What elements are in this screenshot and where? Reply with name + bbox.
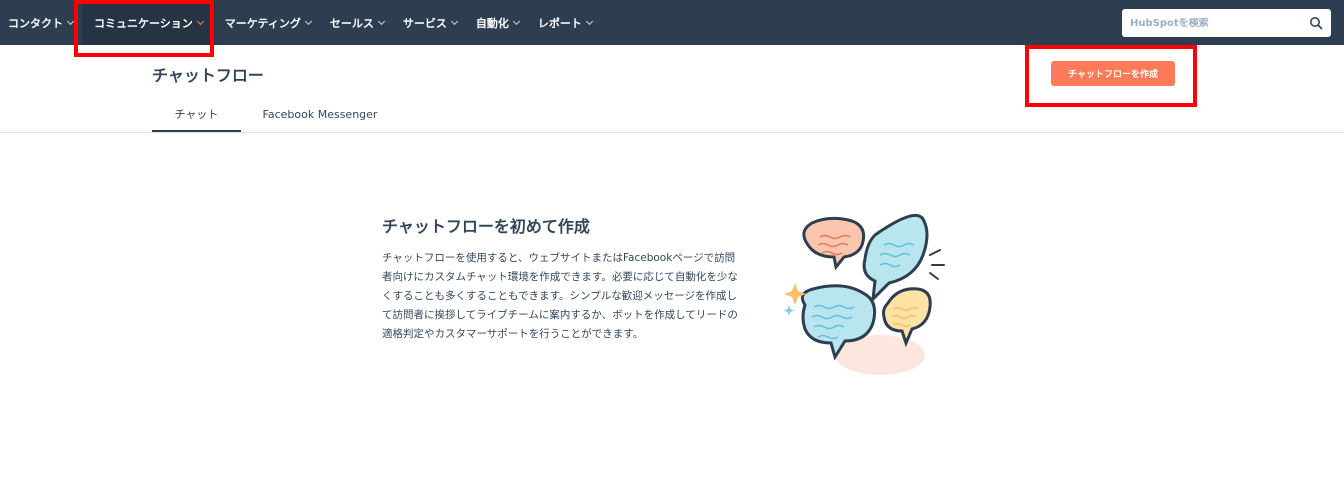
nav-item-contacts[interactable]: コンタクト (8, 0, 75, 45)
search-input[interactable] (1130, 17, 1300, 29)
nav-item-sales[interactable]: セールス (329, 0, 385, 45)
tab-chat[interactable]: チャット (152, 96, 241, 133)
search-icon[interactable] (1309, 16, 1323, 30)
tab-facebook-messenger[interactable]: Facebook Messenger (241, 96, 399, 132)
chevron-down-icon (66, 17, 75, 25)
main-nav: コンタクト コミュニケーション マーケティング セールス サービス 自動化 レポ… (0, 0, 611, 45)
chevron-down-icon (585, 17, 593, 25)
nav-item-automation[interactable]: 自動化 (475, 0, 520, 45)
chevron-down-icon (377, 17, 385, 25)
empty-state-heading: チャットフローを初めて作成 (382, 217, 590, 236)
nav-item-label: レポート (537, 16, 582, 30)
nav-item-marketing[interactable]: マーケティング (224, 0, 312, 45)
nav-item-reports[interactable]: レポート (537, 0, 593, 45)
nav-item-label: コンタクト (8, 16, 63, 30)
nav-item-label: 自動化 (475, 16, 509, 30)
nav-item-label: サービス (402, 16, 447, 30)
nav-item-conversations[interactable]: コミュニケーション (82, 0, 215, 45)
chevron-down-icon (304, 17, 312, 25)
global-search[interactable] (1122, 9, 1331, 37)
chevron-down-icon (512, 17, 520, 25)
top-navigation-bar: コンタクト コミュニケーション マーケティング セールス サービス 自動化 レポ… (0, 0, 1344, 45)
chevron-down-icon (450, 17, 458, 25)
create-chatflow-button[interactable]: チャットフローを作成 (1051, 61, 1175, 86)
chat-bubbles-illustration (783, 214, 945, 375)
tab-divider (0, 132, 1344, 133)
nav-item-label: セールス (329, 16, 374, 30)
nav-item-service[interactable]: サービス (402, 0, 458, 45)
nav-item-label: マーケティング (224, 16, 301, 30)
chevron-down-icon (196, 17, 204, 25)
page-title: チャットフロー (152, 66, 264, 85)
nav-item-label: コミュニケーション (94, 16, 193, 30)
tab-bar: チャット Facebook Messenger (152, 96, 399, 133)
empty-state-description: チャットフローを使用すると、ウェブサイトまたはFacebookページで訪問者向け… (382, 252, 738, 340)
